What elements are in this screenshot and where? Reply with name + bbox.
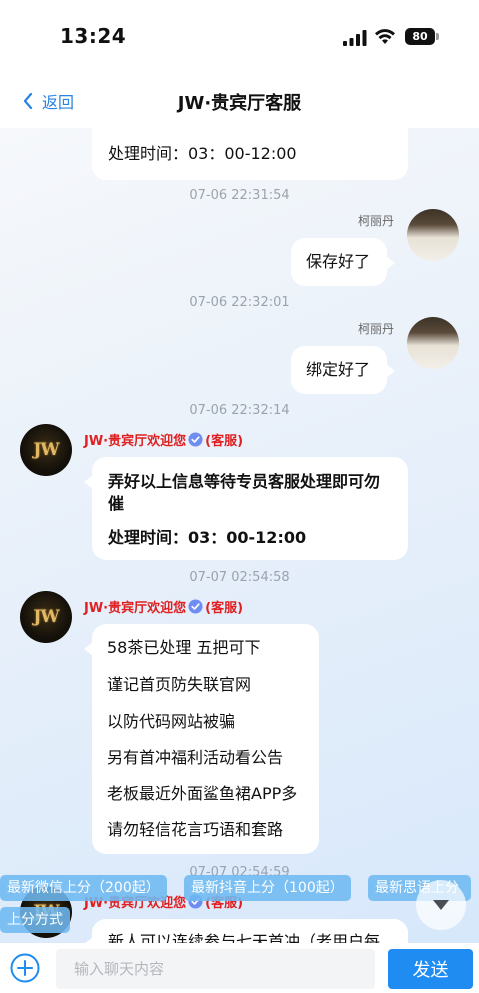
chat-input-bar: 发送 xyxy=(0,943,479,993)
service-avatar[interactable]: JW xyxy=(20,591,72,643)
page-title: JW·贵宾厅客服 xyxy=(177,93,302,114)
quick-tag-topup-methods[interactable]: 上分方式 xyxy=(0,907,70,933)
chat-message-list[interactable]: 处理时间：03：00-12:00 07-06 22:31:54 柯丽丹 保存好了… xyxy=(0,128,479,943)
message-line: 保存好了 xyxy=(306,252,371,271)
message-timestamp: 07-06 22:32:14 xyxy=(189,403,290,418)
status-bar: 13:24 80 xyxy=(0,0,479,72)
chat-message-input[interactable] xyxy=(56,949,375,989)
message-timestamp: 07-06 22:31:54 xyxy=(189,188,290,203)
message-line: 58茶已处理 五把可下 xyxy=(107,638,261,657)
message-timestamp: 07-07 02:54:58 xyxy=(189,570,290,585)
battery-icon: 80 xyxy=(405,28,439,45)
verified-badge-icon xyxy=(188,598,203,614)
message-line: 请勿轻信花言巧语和套路 xyxy=(107,820,284,839)
triangle-down-icon xyxy=(433,900,449,910)
message-timestamp: 07-06 22:32:01 xyxy=(189,295,290,310)
scroll-to-bottom-button[interactable] xyxy=(416,880,466,930)
send-button[interactable]: 发送 xyxy=(388,949,473,989)
sender-name: 柯丽丹 xyxy=(357,214,394,228)
verified-badge-icon xyxy=(188,431,203,447)
service-sender-row: JW·贵宾厅欢迎您 (客服) xyxy=(84,430,244,449)
message-line: 处理时间：03：00-12:00 xyxy=(108,144,297,163)
message-line: 弄好以上信息等待专员客服处理即可勿 xyxy=(108,472,381,491)
plus-circle-icon[interactable] xyxy=(10,953,40,983)
service-avatar[interactable]: JW xyxy=(20,424,72,476)
message-line: 老板最近外面鲨鱼裙APP多 xyxy=(107,784,298,803)
message-line: 另有首冲福利活动看公告 xyxy=(107,748,284,767)
cellular-signal-icon xyxy=(343,30,367,46)
sender-name: JW·贵宾厅欢迎您 xyxy=(84,433,187,449)
message-bubble: 处理时间：03：00-12:00 xyxy=(92,128,408,180)
sender-name: JW·贵宾厅欢迎您 xyxy=(84,600,187,616)
user-avatar[interactable] xyxy=(407,317,459,369)
sender-role: (客服) xyxy=(205,600,244,616)
message-bubble: 绑定好了 xyxy=(291,346,395,394)
message-bubble: 新人可以连续参与七天首冲（老用户每 xyxy=(84,919,408,943)
message-bubble: 58茶已处理 五把可下 谨记首页防失联官网 以防代码网站被骗 另有首冲福利活动看… xyxy=(84,624,319,854)
message-line: 谨记首页防失联官网 xyxy=(107,675,252,694)
message-line: 催 xyxy=(108,494,125,513)
service-sender-row: JW·贵宾厅欢迎您 (客服) xyxy=(84,597,244,616)
message-line: 以防代码网站被骗 xyxy=(107,712,236,731)
message-line: 新人可以连续参与七天首冲（老用户每 xyxy=(108,932,381,943)
battery-level: 80 xyxy=(405,28,435,45)
sender-name: 柯丽丹 xyxy=(357,322,394,336)
sender-role: (客服) xyxy=(205,433,244,449)
nav-bar: 返回 JW·贵宾厅客服 xyxy=(0,72,479,128)
quick-tag-wechat-topup[interactable]: 最新微信上分（200起） xyxy=(0,875,167,901)
message-bubble: 弄好以上信息等待专员客服处理即可勿 催 处理时间：03：00-12:00 xyxy=(84,457,408,560)
message-bubble: 保存好了 xyxy=(291,238,395,286)
quick-tag-douyin-topup[interactable]: 最新抖音上分（100起） xyxy=(184,875,351,901)
wifi-icon xyxy=(375,29,395,44)
user-avatar[interactable] xyxy=(407,209,459,261)
message-line: 处理时间：03：00-12:00 xyxy=(108,528,307,547)
status-time: 13:24 xyxy=(60,24,127,48)
message-line: 绑定好了 xyxy=(306,360,371,379)
